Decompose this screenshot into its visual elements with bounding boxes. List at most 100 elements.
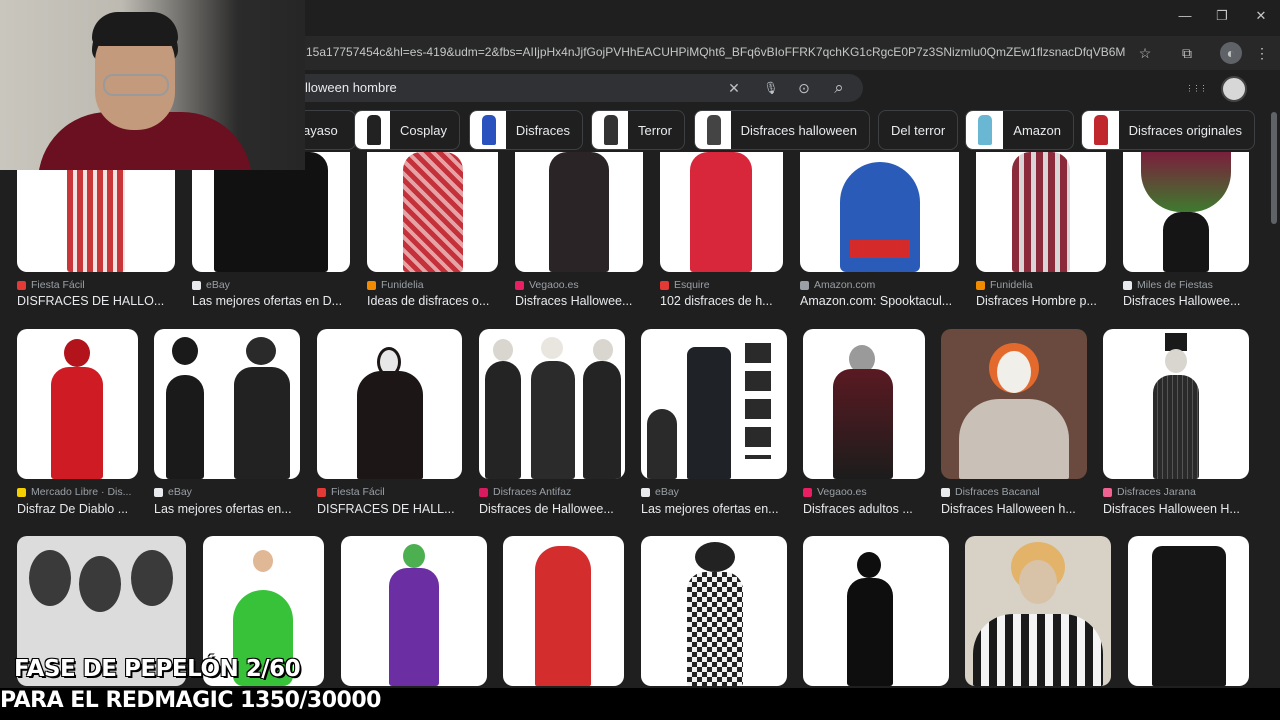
- chip-payaso[interactable]: ayaso: [298, 110, 356, 150]
- source-favicon-icon: [1123, 280, 1132, 290]
- result-image[interactable]: [800, 152, 959, 272]
- result-title: Las mejores ofertas en...: [641, 502, 779, 516]
- result-source: Funidelia: [976, 279, 1106, 291]
- source-name: Mercado Libre · Dis...: [31, 486, 132, 498]
- result-image[interactable]: [641, 329, 787, 479]
- chip-disfraces-halloween[interactable]: Disfraces halloween: [694, 110, 870, 150]
- lens-search-icon[interactable]: ⊙: [794, 79, 814, 97]
- result-image[interactable]: [976, 152, 1106, 272]
- costume-figure: [485, 361, 521, 479]
- chip-cosplay[interactable]: Cosplay: [354, 110, 460, 150]
- search-submit-icon[interactable]: ⌕: [829, 78, 849, 97]
- chip-amazon[interactable]: Amazon: [965, 110, 1074, 150]
- result-source: Disfraces Antifaz: [479, 486, 625, 498]
- result-image[interactable]: [154, 329, 300, 479]
- costume-figure: [214, 152, 328, 272]
- browser-menu-icon[interactable]: ⋮: [1251, 42, 1273, 64]
- result-title: Ideas de disfraces o...: [367, 294, 490, 308]
- costume-figure: [234, 367, 290, 479]
- costume-figure: [1012, 152, 1070, 272]
- costume-figure: [973, 614, 1103, 686]
- clear-search-icon[interactable]: ✕: [724, 79, 744, 97]
- chip-disfraces[interactable]: Disfraces: [469, 110, 583, 150]
- result-image[interactable]: [367, 152, 498, 272]
- result-source: eBay: [154, 486, 300, 498]
- source-favicon-icon: [317, 487, 326, 497]
- result-image[interactable]: [641, 536, 787, 686]
- chip-del-terror[interactable]: Del terror: [878, 110, 958, 150]
- stream-overlay-goal: PARA EL REDMAGIC 1350/30000: [0, 688, 381, 713]
- account-avatar[interactable]: [1221, 76, 1247, 102]
- chip-thumbnail: [470, 111, 506, 149]
- google-apps-icon[interactable]: ⋮⋮⋮: [1184, 79, 1208, 97]
- costume-pants: [1163, 212, 1209, 272]
- chip-label: Disfraces halloween: [740, 122, 857, 138]
- result-image[interactable]: [1128, 536, 1249, 686]
- result-title: Disfraz De Diablo ...: [17, 502, 129, 516]
- result-source: Amazon.com: [800, 279, 959, 291]
- chip-figure: [978, 115, 992, 145]
- restore-button[interactable]: ❐: [1210, 8, 1234, 24]
- chip-thumbnail: [695, 111, 731, 149]
- result-image[interactable]: [192, 152, 350, 272]
- result-image[interactable]: [1103, 329, 1249, 479]
- costume-head: [593, 339, 613, 361]
- profile-avatar-icon[interactable]: ◐: [1220, 42, 1242, 64]
- result-source: Vegaoo.es: [515, 279, 643, 291]
- source-name: Miles de Fiestas: [1137, 279, 1213, 291]
- result-title: Amazon.com: Spooktacul...: [800, 294, 953, 308]
- result-image[interactable]: [341, 536, 487, 686]
- result-image[interactable]: [803, 329, 925, 479]
- result-image[interactable]: [1123, 152, 1249, 272]
- voice-search-icon[interactable]: 🎙: [761, 79, 781, 97]
- source-favicon-icon: [976, 280, 985, 290]
- source-favicon-icon: [479, 487, 488, 497]
- costume-figure: [959, 399, 1069, 479]
- result-image[interactable]: [965, 536, 1111, 686]
- costume-figure: [403, 152, 463, 272]
- minimize-button[interactable]: —: [1173, 8, 1197, 23]
- costume-figure: [51, 367, 103, 479]
- costume-robe: [166, 375, 204, 479]
- result-source: Vegaoo.es: [803, 486, 925, 498]
- result-image[interactable]: [17, 329, 138, 479]
- result-image[interactable]: [803, 536, 949, 686]
- costume-head: [541, 337, 563, 359]
- skull-face: [29, 550, 71, 606]
- source-favicon-icon: [641, 487, 650, 497]
- result-image[interactable]: [503, 536, 624, 686]
- source-favicon-icon: [192, 280, 201, 290]
- result-image[interactable]: [941, 329, 1087, 479]
- costume-figure: [847, 578, 893, 686]
- result-title: Disfraces Hallowee...: [1123, 294, 1241, 308]
- result-image[interactable]: [660, 152, 783, 272]
- extensions-icon[interactable]: ⧉: [1176, 42, 1198, 64]
- result-source: Mercado Libre · Dis...: [17, 486, 138, 498]
- result-image[interactable]: [515, 152, 643, 272]
- result-image[interactable]: [317, 329, 462, 479]
- costume-detail: [850, 240, 910, 258]
- image-results-grid: Fiesta Fácil DISFRACES DE HALLO... eBay …: [0, 152, 1268, 687]
- joker-hair: [403, 544, 425, 568]
- result-source: Fiesta Fácil: [17, 279, 175, 291]
- chip-label: ayaso: [303, 122, 338, 138]
- result-title: DISFRACES DE HALLO...: [17, 294, 165, 308]
- skull-face: [131, 550, 173, 606]
- chip-disfraces-originales[interactable]: Disfraces originales: [1081, 110, 1255, 150]
- webcam-overlay: [0, 0, 305, 170]
- close-window-button[interactable]: ✕: [1249, 8, 1273, 24]
- chip-label: Cosplay: [400, 122, 447, 138]
- costume-figure: [833, 369, 893, 479]
- chip-terror[interactable]: Terror: [591, 110, 685, 150]
- skull-face: [79, 556, 121, 612]
- result-image[interactable]: [17, 152, 175, 272]
- bookmark-star-icon[interactable]: ☆: [1134, 42, 1156, 64]
- result-source: Fiesta Fácil: [317, 486, 462, 498]
- result-source: Miles de Fiestas: [1123, 279, 1249, 291]
- scrollbar-thumb[interactable]: [1271, 112, 1277, 224]
- chip-thumbnail: [1082, 111, 1119, 149]
- result-image[interactable]: [479, 329, 625, 479]
- search-input[interactable]: lloween hombre: [305, 80, 397, 95]
- costume-figure: [583, 361, 621, 479]
- address-bar[interactable]: 15a17757454c&hl=es-419&udm=2&fbs=AIIjpHx…: [306, 45, 1126, 59]
